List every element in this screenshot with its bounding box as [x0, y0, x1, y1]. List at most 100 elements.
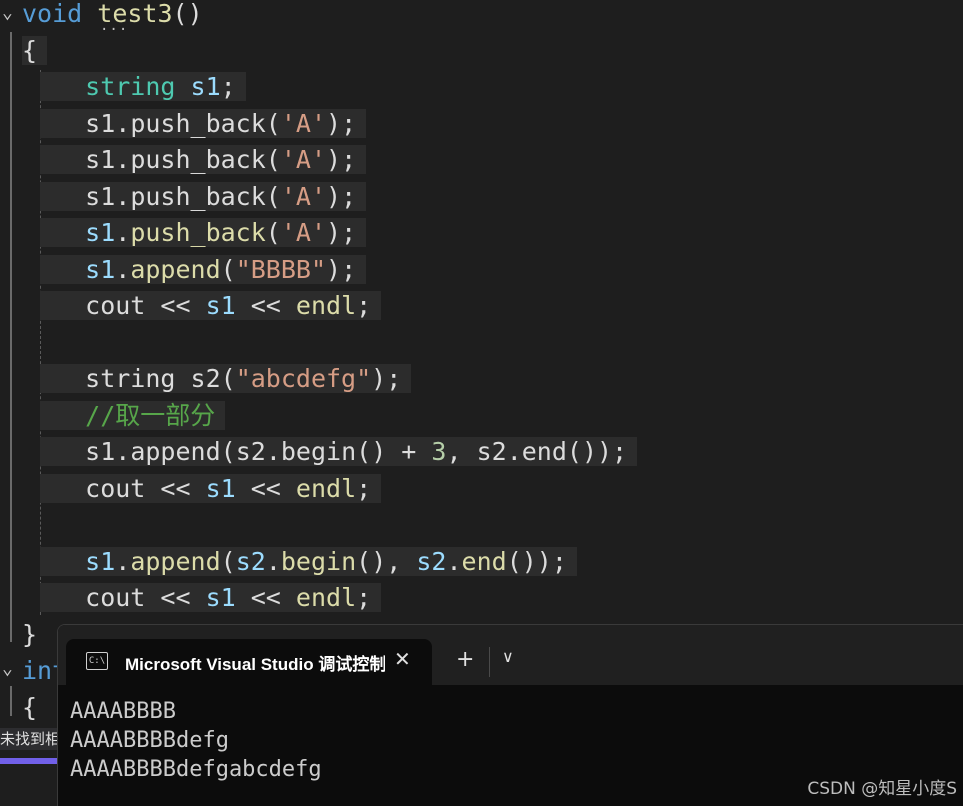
- code-line[interactable]: //取一部分: [40, 398, 226, 434]
- code-token: .: [265, 546, 281, 576]
- code-token: (: [220, 254, 236, 284]
- code-token: .: [115, 546, 131, 576]
- code-token: s1: [85, 108, 116, 138]
- code-line[interactable]: [40, 325, 85, 361]
- code-line[interactable]: }: [22, 617, 37, 653]
- code-token: s2: [235, 437, 266, 466]
- status-message: 未找到相: [0, 728, 60, 750]
- code-token: "BBBB": [235, 254, 327, 284]
- code-token: s1: [205, 473, 236, 503]
- code-token: cout: [85, 583, 146, 612]
- code-token: s2: [190, 364, 221, 393]
- code-token: ;: [356, 291, 372, 320]
- code-token: 'A': [280, 145, 327, 174]
- code-token: end: [521, 437, 567, 466]
- code-token: (: [265, 145, 281, 174]
- code-token: (: [220, 364, 236, 393]
- code-token: ,: [446, 437, 477, 466]
- code-line[interactable]: s1.push_back('A');: [40, 142, 367, 178]
- code-line[interactable]: cout << s1 << endl;: [40, 580, 382, 616]
- code-line[interactable]: {: [22, 33, 48, 69]
- code-token: begin: [280, 437, 357, 466]
- code-token: );: [326, 254, 357, 284]
- code-token: s1: [85, 254, 116, 284]
- code-token: s1: [205, 583, 236, 612]
- watermark: CSDN @知星小度S: [807, 779, 957, 799]
- code-line[interactable]: {: [22, 690, 37, 726]
- code-token: s1: [85, 437, 116, 466]
- code-line[interactable]: s1.push_back('A');: [40, 179, 367, 215]
- code-token: "abcdefg": [235, 364, 372, 393]
- code-token: ());: [566, 437, 628, 466]
- code-token: .: [446, 546, 462, 576]
- chevron-down-icon[interactable]: ∨: [502, 647, 514, 666]
- scope-guide: [10, 32, 12, 642]
- code-line[interactable]: s1.append(s2.begin(), s2.end());: [40, 544, 577, 580]
- code-token: endl: [295, 583, 357, 612]
- code-token: s2: [416, 546, 447, 576]
- code-token: <<: [235, 473, 296, 503]
- code-token: 3: [431, 437, 447, 466]
- code-token: test3: [97, 0, 173, 28]
- code-line[interactable]: s1.append("BBBB");: [40, 252, 367, 288]
- code-token: string: [85, 72, 176, 101]
- code-token: 'A': [280, 218, 327, 247]
- code-token: ;: [220, 72, 236, 101]
- code-token: );: [326, 108, 357, 138]
- code-line[interactable]: s1.push_back('A');: [40, 106, 367, 142]
- code-token: s1: [190, 72, 221, 101]
- code-line[interactable]: [40, 507, 85, 543]
- tab-title: Microsoft Visual Studio 调试控制台: [125, 655, 385, 674]
- code-token: .: [115, 145, 131, 174]
- code-token: );: [371, 364, 402, 393]
- fold-chevron-icon[interactable]: ⌄: [2, 660, 16, 678]
- fold-chevron-icon[interactable]: ⌄: [2, 4, 16, 22]
- terminal-tab-bar: C:\ Microsoft Visual Studio 调试控制台 ✕ + ∨: [58, 625, 963, 685]
- code-token: .: [115, 108, 131, 138]
- close-icon[interactable]: ✕: [394, 647, 411, 671]
- code-token: append: [130, 254, 221, 284]
- code-token: );: [326, 181, 357, 211]
- code-token: s1: [85, 546, 116, 576]
- code-token: (: [265, 108, 281, 138]
- code-token: {: [22, 35, 38, 65]
- scope-guide: [10, 686, 12, 716]
- new-tab-button[interactable]: +: [456, 647, 474, 672]
- code-token: s2: [235, 546, 266, 576]
- code-token: append: [130, 437, 221, 466]
- code-line[interactable]: string s1;: [40, 69, 246, 105]
- code-token: <<: [145, 473, 206, 503]
- code-token: (: [220, 546, 236, 576]
- code-token: append: [130, 546, 221, 576]
- code-line[interactable]: string s2("abcdefg");: [40, 361, 412, 397]
- code-token: .: [115, 254, 131, 284]
- code-token: push_back: [130, 108, 266, 138]
- code-line[interactable]: cout << s1 << endl;: [40, 288, 382, 324]
- code-line[interactable]: s1.append(s2.begin() + 3, s2.end());: [40, 434, 638, 470]
- code-token: s1: [205, 291, 236, 320]
- code-token: }: [22, 619, 38, 649]
- code-line[interactable]: s1.push_back('A');: [40, 215, 367, 251]
- code-token: cout: [85, 291, 146, 320]
- code-token: (: [265, 181, 281, 211]
- terminal-tab[interactable]: C:\ Microsoft Visual Studio 调试控制台 ✕: [66, 639, 432, 685]
- code-line[interactable]: void test3(): [22, 0, 203, 32]
- code-line[interactable]: cout << s1 << endl;: [40, 471, 382, 507]
- code-token: ());: [506, 546, 567, 576]
- console-icon: C:\: [86, 652, 108, 670]
- code-token: void: [22, 0, 83, 28]
- code-token: cout: [85, 473, 146, 503]
